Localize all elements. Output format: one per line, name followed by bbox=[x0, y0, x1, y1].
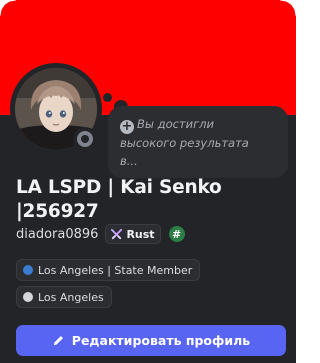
username-row: diadora0896 Rust # bbox=[16, 224, 185, 244]
role-label: Los Angeles bbox=[38, 290, 104, 304]
pencil-icon bbox=[53, 336, 63, 346]
role-pill[interactable]: Los Angeles bbox=[16, 286, 112, 308]
role-color-dot bbox=[23, 265, 33, 275]
role-row: Los Angeles bbox=[16, 286, 286, 313]
roles-list: Los Angeles | State Member Los Angeles bbox=[16, 259, 286, 313]
role-row: Los Angeles | State Member bbox=[16, 259, 286, 286]
status-indicator bbox=[73, 127, 97, 151]
role-label: Los Angeles | State Member bbox=[38, 263, 193, 277]
status-text-line3: в... bbox=[120, 154, 138, 168]
clan-tag[interactable]: Rust bbox=[105, 224, 161, 244]
plus-icon: + bbox=[120, 119, 134, 134]
bubble-tail-small bbox=[103, 93, 112, 102]
display-name-line1: LA LSPD | Kai Senko bbox=[16, 177, 222, 198]
swords-icon bbox=[111, 228, 123, 239]
status-text-line2: высокого результата bbox=[120, 136, 249, 150]
display-name: LA LSPD | Kai Senko |256927 bbox=[16, 176, 286, 224]
hashtag-icon[interactable]: # bbox=[168, 226, 185, 242]
edit-profile-button[interactable]: Редактировать профиль bbox=[16, 325, 286, 356]
display-name-line2: |256927 bbox=[16, 201, 99, 222]
custom-status-bubble[interactable]: + Вы достигли высокого результата в... bbox=[108, 106, 288, 178]
status-text-line1: Вы достигли bbox=[137, 117, 214, 131]
status-line-1: + Вы достигли bbox=[120, 115, 276, 134]
role-color-dot bbox=[23, 292, 33, 302]
clan-tag-label: Rust bbox=[126, 227, 155, 241]
username[interactable]: diadora0896 bbox=[16, 227, 98, 242]
role-pill[interactable]: Los Angeles | State Member bbox=[16, 259, 201, 281]
edit-profile-label: Редактировать профиль bbox=[71, 333, 251, 348]
profile-card: + Вы достигли высокого результата в... LA… bbox=[0, 0, 296, 363]
offline-status-icon bbox=[77, 131, 93, 147]
